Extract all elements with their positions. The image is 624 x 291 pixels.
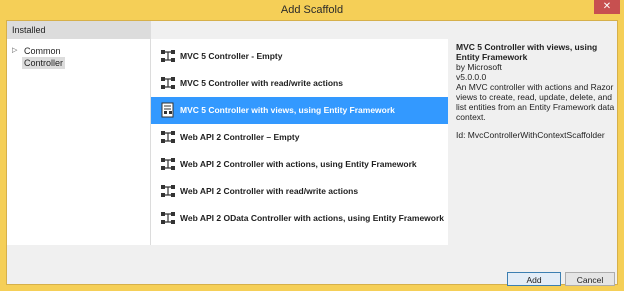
category-panel: Installed ▷ Common Controller: [7, 21, 151, 245]
add-scaffold-dialog: Add Scaffold ✕ Installed ▷ Common Contro…: [0, 0, 624, 291]
installed-header: Installed: [7, 21, 150, 39]
dialog-body: Installed ▷ Common Controller MVC 5 Cont…: [6, 20, 618, 286]
controller-icon: [161, 50, 175, 62]
tree-item-label: Common: [24, 46, 61, 56]
controller-icon: [161, 212, 175, 224]
details-description: An MVC controller with actions and Razor…: [456, 82, 615, 122]
list-item-label: MVC 5 Controller with read/write actions: [180, 78, 343, 88]
close-button[interactable]: ✕: [594, 0, 620, 14]
controller-icon: [161, 77, 175, 89]
tree-item-label: Controller: [22, 57, 66, 69]
add-button[interactable]: Add: [507, 272, 561, 286]
details-version: v5.0.0.0: [456, 72, 487, 82]
list-item-label: MVC 5 Controller with views, using Entit…: [180, 105, 395, 115]
list-item[interactable]: Web API 2 Controller with read/write act…: [151, 178, 448, 205]
list-item-label: Web API 2 Controller with actions, using…: [180, 159, 417, 169]
expand-arrow-icon[interactable]: ▷: [12, 45, 20, 57]
details-title: MVC 5 Controller with views, using Entit…: [456, 42, 598, 62]
controller-icon: [161, 158, 175, 170]
details-id: Id: MvcControllerWithContextScaffolder: [456, 130, 605, 140]
title-bar: Add Scaffold ✕: [0, 0, 624, 20]
details-panel: MVC 5 Controller with views, using Entit…: [456, 42, 616, 140]
list-item-label: Web API 2 Controller with read/write act…: [180, 186, 359, 196]
controller-icon: [161, 185, 175, 197]
list-item[interactable]: MVC 5 Controller - Empty: [151, 43, 448, 70]
list-item-label: Web API 2 Controller – Empty: [180, 132, 300, 142]
list-item[interactable]: Web API 2 Controller – Empty: [151, 124, 448, 151]
list-item-label: Web API 2 OData Controller with actions,…: [180, 213, 445, 223]
cancel-button[interactable]: Cancel: [565, 272, 615, 286]
list-item[interactable]: Web API 2 Controller with actions, using…: [151, 151, 448, 178]
list-item[interactable]: Web API 2 OData Controller with actions,…: [151, 205, 448, 232]
controller-views-icon: [161, 102, 174, 118]
dialog-title: Add Scaffold: [280, 4, 344, 16]
list-item-label: MVC 5 Controller - Empty: [180, 51, 283, 61]
list-item[interactable]: MVC 5 Controller with read/write actions: [151, 70, 448, 97]
scaffold-list[interactable]: MVC 5 Controller - Empty MVC 5 Controlle…: [151, 39, 448, 245]
details-author: by Microsoft: [456, 62, 502, 72]
list-item-selected[interactable]: MVC 5 Controller with views, using Entit…: [151, 97, 448, 124]
controller-icon: [161, 131, 175, 143]
